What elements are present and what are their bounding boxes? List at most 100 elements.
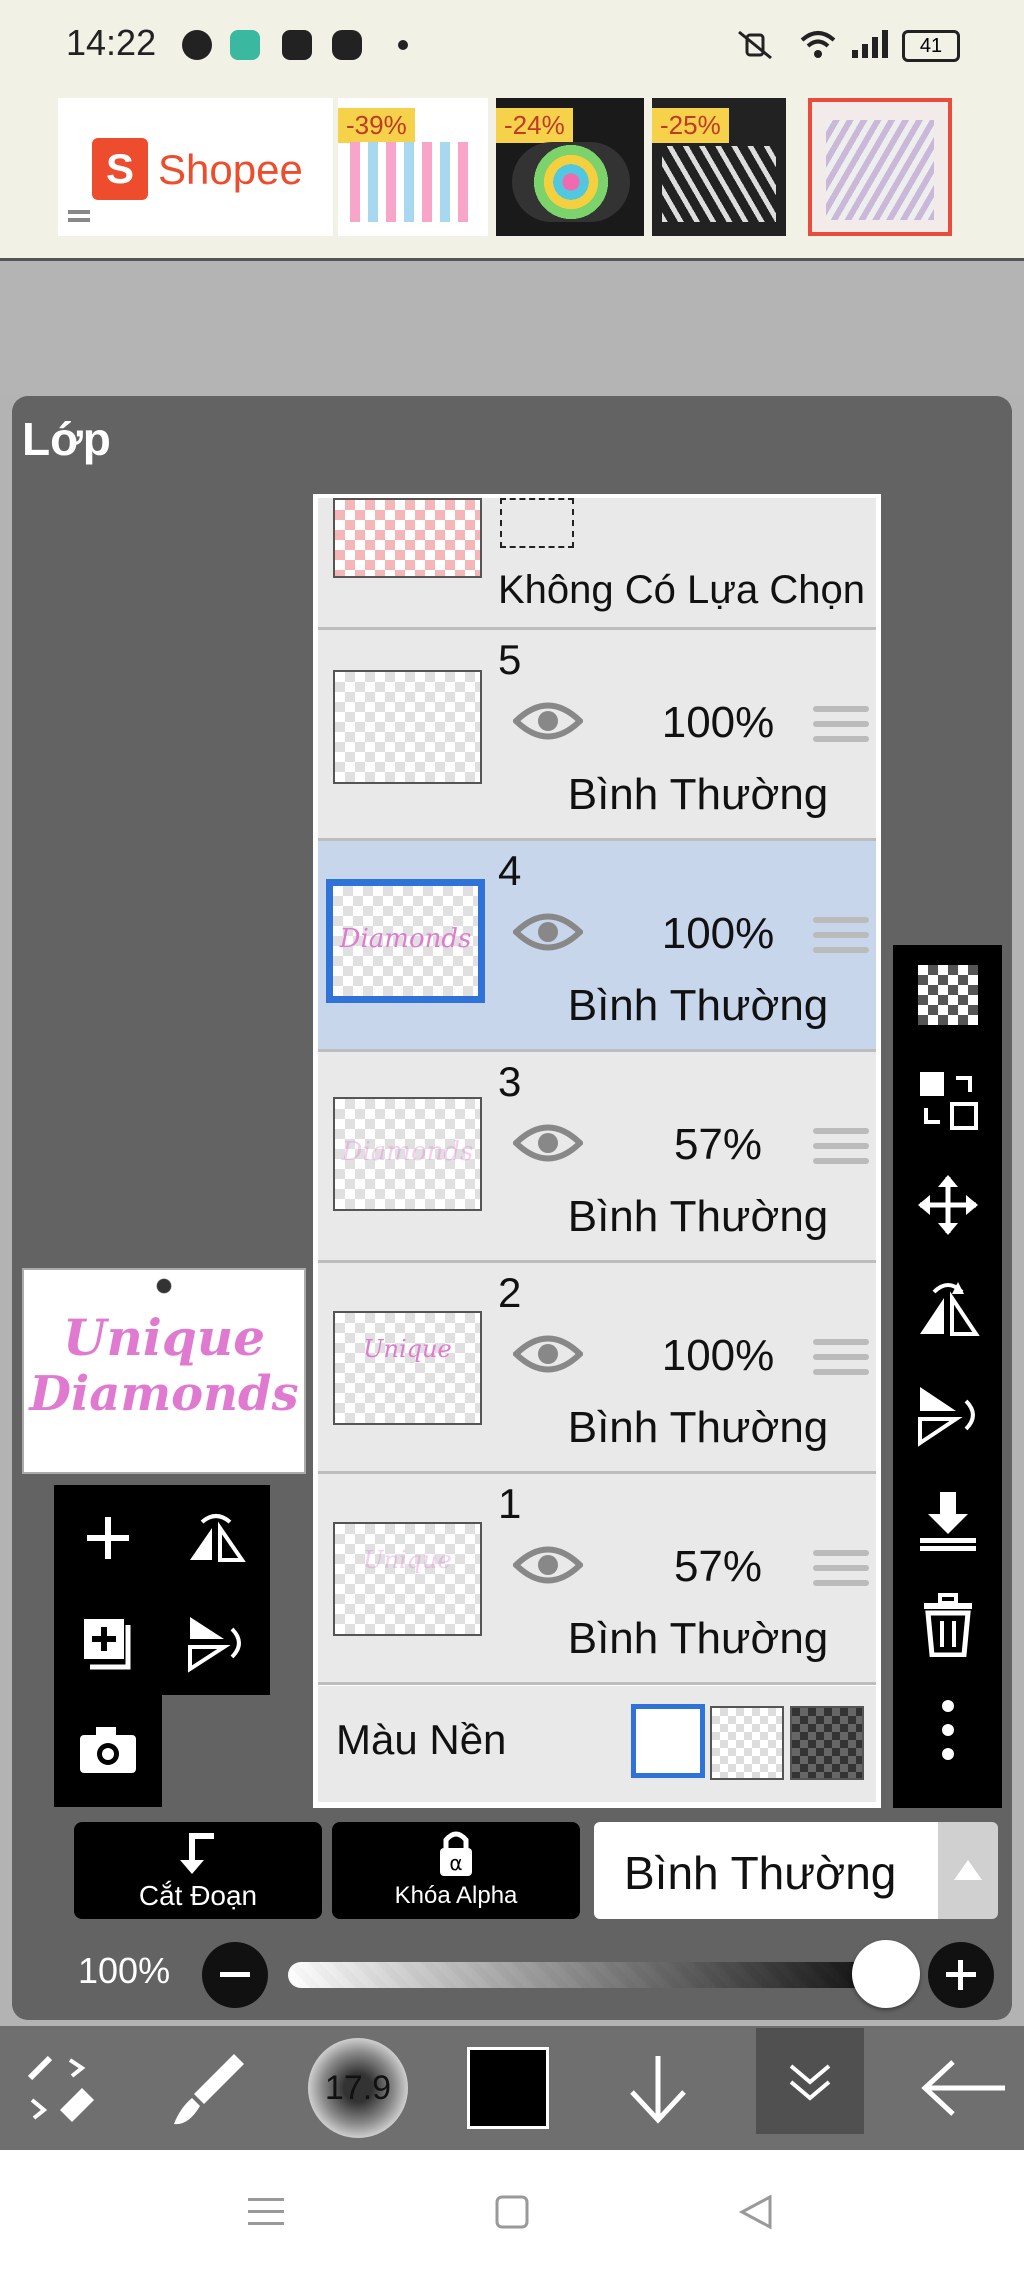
selection-marquee-icon [500,498,574,548]
layer-opacity: 100% [661,698,775,747]
drag-handle-icon[interactable] [813,1550,869,1595]
layer-opacity: 100% [661,909,775,958]
back-button[interactable] [904,2026,1024,2150]
ad-product-pens-selected[interactable] [808,98,952,236]
transform-tool-button[interactable] [0,2026,120,2150]
layer-thumbnail[interactable]: Unique [333,1522,482,1636]
drag-handle-icon[interactable] [813,917,869,962]
add-layer-button[interactable] [54,1485,162,1590]
layer-list[interactable]: Không Có Lựa Chọn 5 100% Bình Thường Dia… [313,494,881,1808]
flip-vertical-layer-button[interactable] [162,1590,270,1695]
flip-horizontal-button[interactable] [893,1260,1002,1360]
color-button[interactable] [448,2026,568,2150]
back-nav-icon[interactable] [738,2194,774,2230]
camera-button[interactable] [54,1695,162,1807]
layer-row-5[interactable]: 5 100% Bình Thường [318,630,876,841]
eraser-transform-icon [27,2055,94,2122]
selection-layer-row[interactable]: Không Có Lựa Chọn [318,498,876,630]
layer-blend-mode: Bình Thường [567,1403,829,1452]
clip-button[interactable]: Cắt Đoạn [74,1822,322,1919]
layer-actions-toolbar [893,945,1002,1808]
background-transparent-swatch[interactable] [710,1706,784,1780]
layer-opacity: 100% [661,1331,775,1380]
bottom-toolbar: 17.9 [0,2026,1024,2150]
ad-banner[interactable]: S Shopee -39% -24% -25% [0,88,1024,261]
eye-visibility-icon[interactable] [513,909,583,955]
drag-handle-icon[interactable] [813,706,869,751]
ad-product-markers[interactable]: -24% [496,98,644,236]
shopee-logo[interactable]: S Shopee [58,98,333,236]
shopee-brand: Shopee [158,146,303,193]
blend-mode-select[interactable]: Bình Thường [594,1822,938,1919]
double-chevron-down-icon [789,2064,831,2101]
facebook-icon [282,30,312,60]
layer-thumbnail[interactable]: Unique [333,1311,482,1425]
merge-down-button[interactable] [893,1470,1002,1570]
background-dark-swatch[interactable] [790,1706,864,1780]
recent-apps-icon[interactable] [246,2194,286,2230]
move-button[interactable] [893,1155,1002,1255]
zalo-icon [332,30,362,60]
opacity-increase-button[interactable] [928,1942,994,2008]
brush-icon [174,2054,244,2125]
move-icon [917,1175,978,1235]
layer-number: 1 [498,1480,522,1527]
swap-layers-button[interactable] [893,1050,1002,1150]
arrow-left-icon [921,2060,1005,2116]
ad-product-highlighters[interactable]: -39% [338,98,488,236]
opacity-decrease-button[interactable] [202,1942,268,2008]
brush-size-button[interactable]: 17.9 [298,2026,418,2150]
eye-visibility-icon[interactable] [513,1120,583,1166]
layer-number: 5 [498,636,522,683]
layer-thumbnail[interactable] [333,670,482,784]
brush-tool-button[interactable] [150,2026,270,2150]
alpha-lock-button[interactable]: α Khóa Alpha [332,1822,580,1919]
checkerboard-button[interactable] [893,945,1002,1045]
clip-label: Cắt Đoạn [138,1880,258,1911]
app-notification-icon [230,30,260,60]
canvas-preview[interactable]: Unique Diamonds [22,1268,306,1474]
layer-thumbnail[interactable]: Diamonds [333,1097,482,1211]
layer-row-2[interactable]: Unique 2 100% Bình Thường [318,1263,876,1474]
background-label: Màu Nền [336,1716,507,1763]
blend-mode-dropdown-button[interactable] [938,1822,998,1919]
product-image [662,146,776,222]
eye-visibility-icon[interactable] [513,1542,583,1588]
status-bar: 14:22 41 [0,0,1024,88]
layer-number: 4 [498,847,522,894]
thumbnail-text: Diamonds [341,1137,474,1167]
system-navigation-bar [0,2150,1024,2275]
layer-down-button[interactable] [598,2026,718,2150]
layer-row-3[interactable]: Diamonds 3 57% Bình Thường [318,1052,876,1263]
layer-thumbnail[interactable]: Diamonds [326,879,485,1003]
color-swatch [467,2047,549,2129]
layers-panel-toggle-button[interactable] [756,2028,864,2134]
eye-visibility-icon[interactable] [513,1331,583,1377]
layer-row-1[interactable]: Unique 1 57% Bình Thường [318,1474,876,1685]
eye-visibility-icon[interactable] [513,698,583,744]
background-white-swatch[interactable] [631,1704,705,1778]
product-image [512,142,630,222]
svg-text:α: α [449,1851,462,1875]
drag-handle-icon[interactable] [813,1339,869,1384]
duplicate-icon [84,1618,131,1669]
battery-icon: 41 [902,30,960,62]
layer-row-4[interactable]: Diamonds 4 100% Bình Thường [318,841,876,1052]
minus-icon [220,1972,250,1977]
opacity-slider-knob[interactable] [852,1940,920,2008]
opacity-slider[interactable] [288,1962,888,1988]
drag-handle-icon[interactable] [813,1128,869,1173]
flip-vertical-button[interactable] [893,1365,1002,1465]
duplicate-layer-button[interactable] [54,1590,162,1695]
home-icon[interactable] [494,2194,530,2230]
flip-layer-button[interactable] [162,1485,270,1590]
layer-blend-mode: Bình Thường [567,770,829,819]
ad-product-pens[interactable]: -25% [652,98,786,236]
more-options-button[interactable] [893,1680,1002,1780]
messenger-icon [182,30,212,60]
panel-title: Lớp [22,413,111,465]
delete-layer-button[interactable] [893,1575,1002,1675]
flip-horizontal-icon [919,1282,980,1336]
layer-number: 3 [498,1058,522,1105]
alpha-lock-label: Khóa Alpha [394,1882,518,1909]
